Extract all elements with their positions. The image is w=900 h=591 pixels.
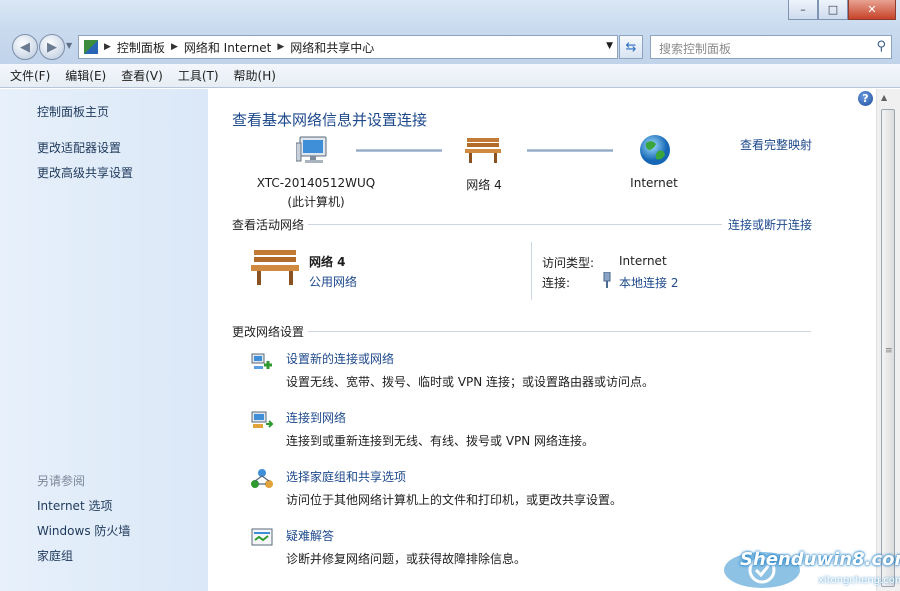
- sidebar-item-adapter-settings[interactable]: 更改适配器设置: [37, 139, 121, 156]
- forward-arrow-icon: ▶: [47, 39, 57, 55]
- bench-icon: [465, 138, 501, 163]
- sidebar-item-advanced-sharing[interactable]: 更改高级共享设置: [37, 164, 133, 181]
- sidebar-item-homegroup[interactable]: 家庭组: [37, 547, 73, 564]
- task-troubleshoot-desc: 诊断并修复网络问题，或获得故障排除信息。: [286, 552, 527, 566]
- sidebar-item-internet-options[interactable]: Internet 选项: [37, 497, 112, 514]
- breadcrumb-network-internet[interactable]: 网络和 Internet: [184, 39, 271, 56]
- navigation-bar: ◀ ▶ ▼ ▶ 控制面板 ▶ 网络和 Internet ▶ 网络和共享中心 ▼ …: [0, 32, 900, 64]
- computer-name: XTC-20140512WUQ: [256, 176, 376, 190]
- address-bar[interactable]: ▶ 控制面板 ▶ 网络和 Internet ▶ 网络和共享中心 ▼: [78, 35, 618, 59]
- page-title: 查看基本网络信息并设置连接: [232, 111, 428, 129]
- back-button[interactable]: ◀: [12, 34, 38, 60]
- menu-edit[interactable]: 编辑(E): [65, 67, 106, 84]
- see-also-label: 另请参阅: [37, 474, 86, 488]
- network-connector-line: [527, 149, 613, 152]
- search-placeholder: 搜索控制面板: [659, 42, 732, 56]
- help-icon[interactable]: ?: [858, 91, 873, 106]
- task-homegroup-link[interactable]: 选择家庭组和共享选项: [286, 468, 406, 485]
- task-connect-network-link[interactable]: 连接到网络: [286, 409, 346, 426]
- control-panel-icon: [84, 40, 98, 54]
- forward-button[interactable]: ▶: [39, 34, 65, 60]
- access-type-value: Internet: [619, 254, 667, 268]
- globe-icon: [640, 135, 670, 165]
- computer-icon: [296, 136, 327, 163]
- search-input[interactable]: 搜索控制面板 ⚲: [650, 35, 892, 59]
- breadcrumb-arrow-icon[interactable]: ▶: [277, 42, 284, 52]
- task-homegroup-desc: 访问位于其他网络计算机上的文件和打印机，或更改共享设置。: [286, 493, 623, 507]
- internet-label: Internet: [630, 176, 678, 190]
- computer-sub-label: (此计算机): [287, 195, 345, 209]
- active-network-name: 网络 4: [309, 255, 346, 269]
- public-network-bench-icon[interactable]: [250, 247, 300, 287]
- network-type-link[interactable]: 公用网络: [309, 273, 357, 290]
- access-type-label: 访问类型:: [542, 256, 595, 270]
- address-dropdown-icon[interactable]: ▼: [606, 41, 613, 51]
- scroll-grip-icon: ≡: [885, 346, 893, 356]
- refresh-icon: ⇆: [625, 39, 637, 55]
- task-setup-connection-link[interactable]: 设置新的连接或网络: [286, 350, 394, 367]
- task-setup-connection-desc: 设置无线、宽带、拨号、临时或 VPN 连接；或设置路由器或访问点。: [286, 375, 655, 389]
- title-bar: – □ ✕: [0, 0, 900, 32]
- breadcrumb-arrow-icon[interactable]: ▶: [104, 42, 111, 52]
- change-settings-label: 更改网络设置: [232, 325, 305, 339]
- watermark-text: Shenduwin8.com: [740, 549, 900, 570]
- connections-label: 连接:: [542, 276, 571, 290]
- search-icon[interactable]: ⚲: [876, 39, 886, 54]
- menu-help[interactable]: 帮助(H): [234, 67, 276, 84]
- task-troubleshoot-link[interactable]: 疑难解答: [286, 527, 334, 544]
- local-connection-link[interactable]: 本地连接 2: [619, 274, 678, 291]
- section-divider: [308, 224, 722, 225]
- recent-pages-dropdown[interactable]: ▼: [66, 41, 72, 50]
- breadcrumb-arrow-icon[interactable]: ▶: [171, 42, 178, 52]
- sidebar-item-control-panel-home[interactable]: 控制面板主页: [37, 103, 109, 120]
- menu-tools[interactable]: 工具(T): [178, 67, 219, 84]
- vertical-scrollbar[interactable]: ▲ ≡: [876, 89, 900, 591]
- section-divider: [308, 331, 811, 332]
- window-controls: – □ ✕: [788, 0, 896, 20]
- menu-view[interactable]: 查看(V): [121, 67, 163, 84]
- sidebar-item-windows-firewall[interactable]: Windows 防火墙: [37, 522, 130, 539]
- breadcrumb-control-panel[interactable]: 控制面板: [117, 39, 165, 56]
- back-arrow-icon: ◀: [20, 39, 30, 55]
- scrollbar-thumb[interactable]: ≡: [881, 109, 895, 587]
- connect-disconnect-link[interactable]: 连接或断开连接: [728, 216, 812, 233]
- network-connector-line: [356, 149, 442, 152]
- menu-bar: 文件(F) 编辑(E) 查看(V) 工具(T) 帮助(H): [0, 64, 900, 88]
- minimize-button[interactable]: –: [788, 0, 818, 20]
- new-connection-icon: [251, 353, 272, 369]
- homegroup-icon: [251, 469, 273, 488]
- scroll-up-arrow-icon[interactable]: ▲: [881, 93, 887, 102]
- network-map-network-label: 网络 4: [466, 178, 502, 192]
- maximize-button[interactable]: □: [818, 0, 848, 20]
- troubleshoot-icon: [251, 528, 273, 546]
- ethernet-plug-icon: [603, 272, 611, 288]
- view-full-map-link[interactable]: 查看完整映射: [740, 136, 812, 153]
- breadcrumb-network-sharing-center[interactable]: 网络和共享中心: [290, 39, 374, 56]
- watermark-subtext: xitongcheng.com: [818, 575, 900, 586]
- connect-network-icon: [251, 411, 274, 428]
- refresh-button[interactable]: ⇆: [619, 35, 643, 59]
- vertical-divider: [531, 242, 532, 300]
- menu-file[interactable]: 文件(F): [10, 67, 50, 84]
- active-networks-label: 查看活动网络: [232, 218, 305, 232]
- close-button[interactable]: ✕: [848, 0, 896, 20]
- task-connect-network-desc: 连接到或重新连接到无线、有线、拨号或 VPN 网络连接。: [286, 434, 595, 448]
